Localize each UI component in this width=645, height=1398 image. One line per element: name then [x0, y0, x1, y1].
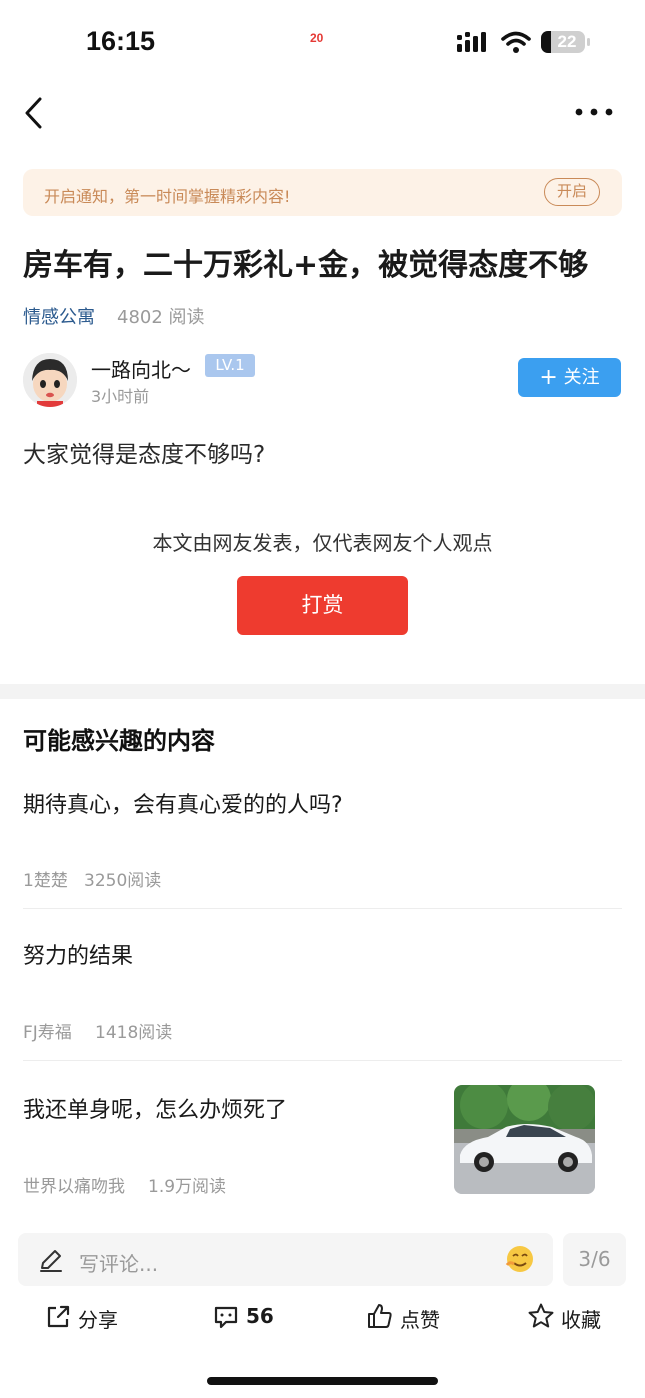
notification-text: 开启通知，第一时间掌握精彩内容!: [44, 187, 291, 206]
follow-button[interactable]: + 关注: [518, 358, 621, 397]
author-level-badge: LV.1: [205, 354, 255, 377]
plus-icon: +: [539, 365, 558, 390]
list-divider: [23, 1060, 622, 1061]
read-count: 4802 阅读: [117, 307, 205, 328]
battery-icon: 22: [541, 31, 591, 55]
back-arrow-icon[interactable]: [20, 94, 52, 132]
page-indicator[interactable]: 3/6: [563, 1233, 626, 1286]
recommendation-title[interactable]: 期待真心，会有真心爱的的人吗?: [23, 787, 343, 819]
comment-count[interactable]: 56: [246, 1304, 274, 1328]
post-time: 3小时前: [91, 387, 150, 406]
avatar-illustration: [23, 353, 77, 407]
article-body: 大家觉得是态度不够吗?: [23, 442, 266, 468]
follow-label: 关注: [563, 367, 600, 388]
car-photo: [454, 1085, 595, 1194]
wifi-icon: [501, 31, 531, 53]
author-avatar[interactable]: [23, 353, 77, 407]
section-title: 可能感兴趣的内容: [23, 727, 215, 755]
share-icon[interactable]: [44, 1303, 72, 1331]
article-title: 房车有，二十万彩礼+金，被觉得态度不够: [23, 248, 589, 283]
comment-icon[interactable]: [212, 1303, 240, 1331]
recommendation-author: 1楚楚: [23, 871, 68, 891]
battery-level: 22: [557, 32, 577, 51]
status-time: 16:15: [86, 26, 156, 56]
recommendation-reads: 3250阅读: [84, 871, 162, 891]
enable-notification-button[interactable]: 开启: [544, 178, 600, 206]
recommendation-title[interactable]: 我还单身呢，怎么办烦死了: [23, 1092, 287, 1124]
comment-placeholder: 写评论...: [79, 1252, 159, 1276]
recommendation-author: 世界以痛吻我: [23, 1177, 125, 1197]
cellular-signal-icon: [457, 32, 486, 52]
list-divider: [23, 908, 622, 909]
recommendation-title[interactable]: 努力的结果: [23, 938, 133, 970]
emoji-icon[interactable]: [505, 1244, 535, 1274]
pencil-icon: [40, 1250, 62, 1272]
home-indicator[interactable]: [207, 1377, 438, 1385]
recommendation-reads: 1418阅读: [95, 1023, 173, 1043]
status-indicator: 20: [310, 31, 324, 45]
recommendation-reads: 1.9万阅读: [148, 1177, 227, 1197]
more-options-icon[interactable]: [574, 104, 614, 120]
like-label[interactable]: 点赞: [400, 1304, 440, 1333]
thumbs-up-icon[interactable]: [366, 1302, 394, 1330]
disclaimer-text: 本文由网友发表，仅代表网友个人观点: [152, 531, 493, 555]
favorite-label[interactable]: 收藏: [561, 1304, 601, 1333]
star-icon[interactable]: [527, 1302, 555, 1330]
reward-button[interactable]: 打赏: [237, 576, 408, 635]
recommendation-author: FJ寿福: [23, 1023, 72, 1043]
channel-link[interactable]: 情感公寓: [23, 303, 95, 329]
share-label[interactable]: 分享: [78, 1304, 118, 1333]
recommendation-thumbnail[interactable]: [454, 1085, 595, 1194]
section-divider: [0, 684, 645, 699]
author-name[interactable]: 一路向北～: [91, 354, 191, 383]
